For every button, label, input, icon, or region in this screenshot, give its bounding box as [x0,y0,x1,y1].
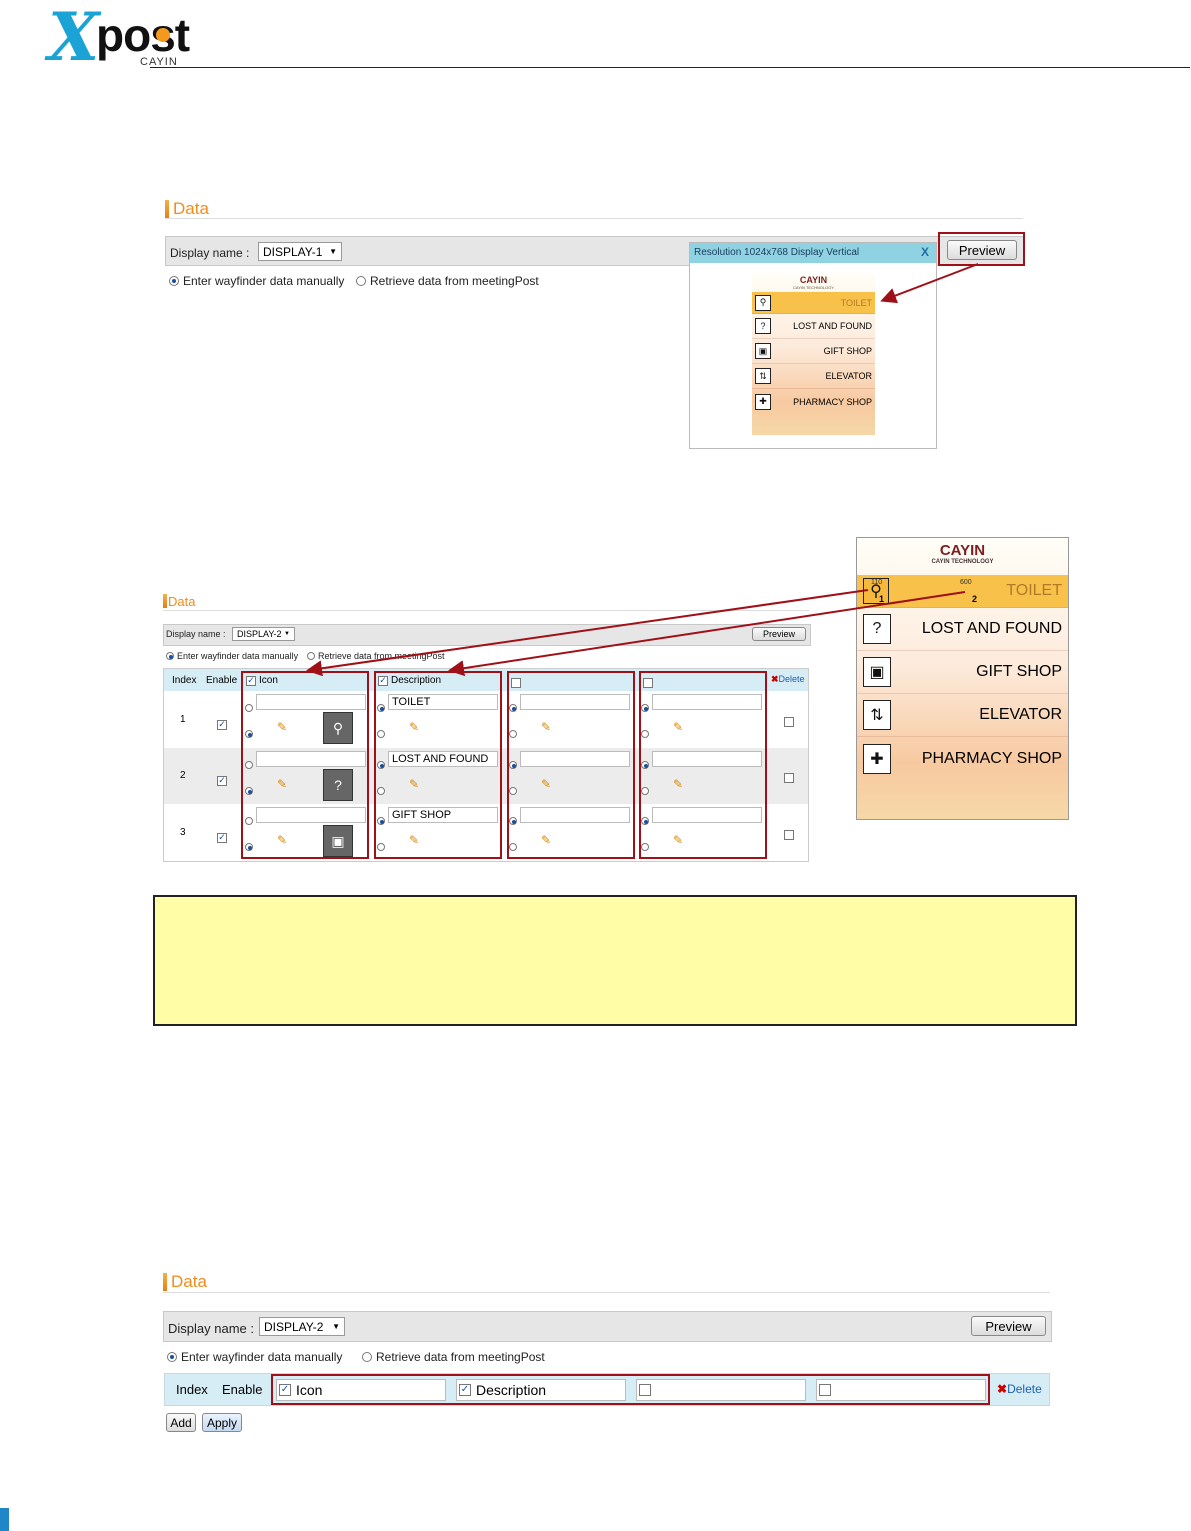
header-enable: Enable [222,1382,263,1397]
section-title: Data [171,1272,207,1291]
radio-retrieve[interactable]: Retrieve data from meetingPost [362,1350,545,1364]
section-divider [163,1292,1050,1293]
radio-retrieve-label: Retrieve data from meetingPost [376,1350,545,1364]
header-index: Index [176,1382,208,1397]
preview-button[interactable]: Preview [971,1316,1046,1336]
section-marker [163,1273,167,1291]
arrow-preview [880,263,979,304]
footer-accent [0,1508,9,1531]
delete-icon: ✖ [997,1382,1008,1396]
delete-link[interactable]: ✖Delete [997,1382,1042,1396]
radio-manual[interactable]: Enter wayfinder data manually [167,1350,342,1364]
arrow-description-col [448,591,966,677]
arrow-icon-col [306,589,869,677]
chevron-down-icon: ▼ [332,1322,340,1331]
radio-manual-dot[interactable] [167,1352,177,1362]
annotation-arrows [306,263,979,677]
apply-button[interactable]: Apply [202,1413,242,1432]
display-name-label: Display name : [168,1321,254,1336]
note-box [153,895,1077,1026]
radio-retrieve-dot[interactable] [362,1352,372,1362]
delete-label: Delete [1007,1382,1042,1396]
display-name-select[interactable]: DISPLAY-2 ▼ [259,1317,345,1336]
highlight-box [271,1374,990,1405]
add-button[interactable]: Add [166,1413,196,1432]
display-name-value: DISPLAY-2 [264,1319,324,1334]
radio-manual-label: Enter wayfinder data manually [181,1350,343,1364]
